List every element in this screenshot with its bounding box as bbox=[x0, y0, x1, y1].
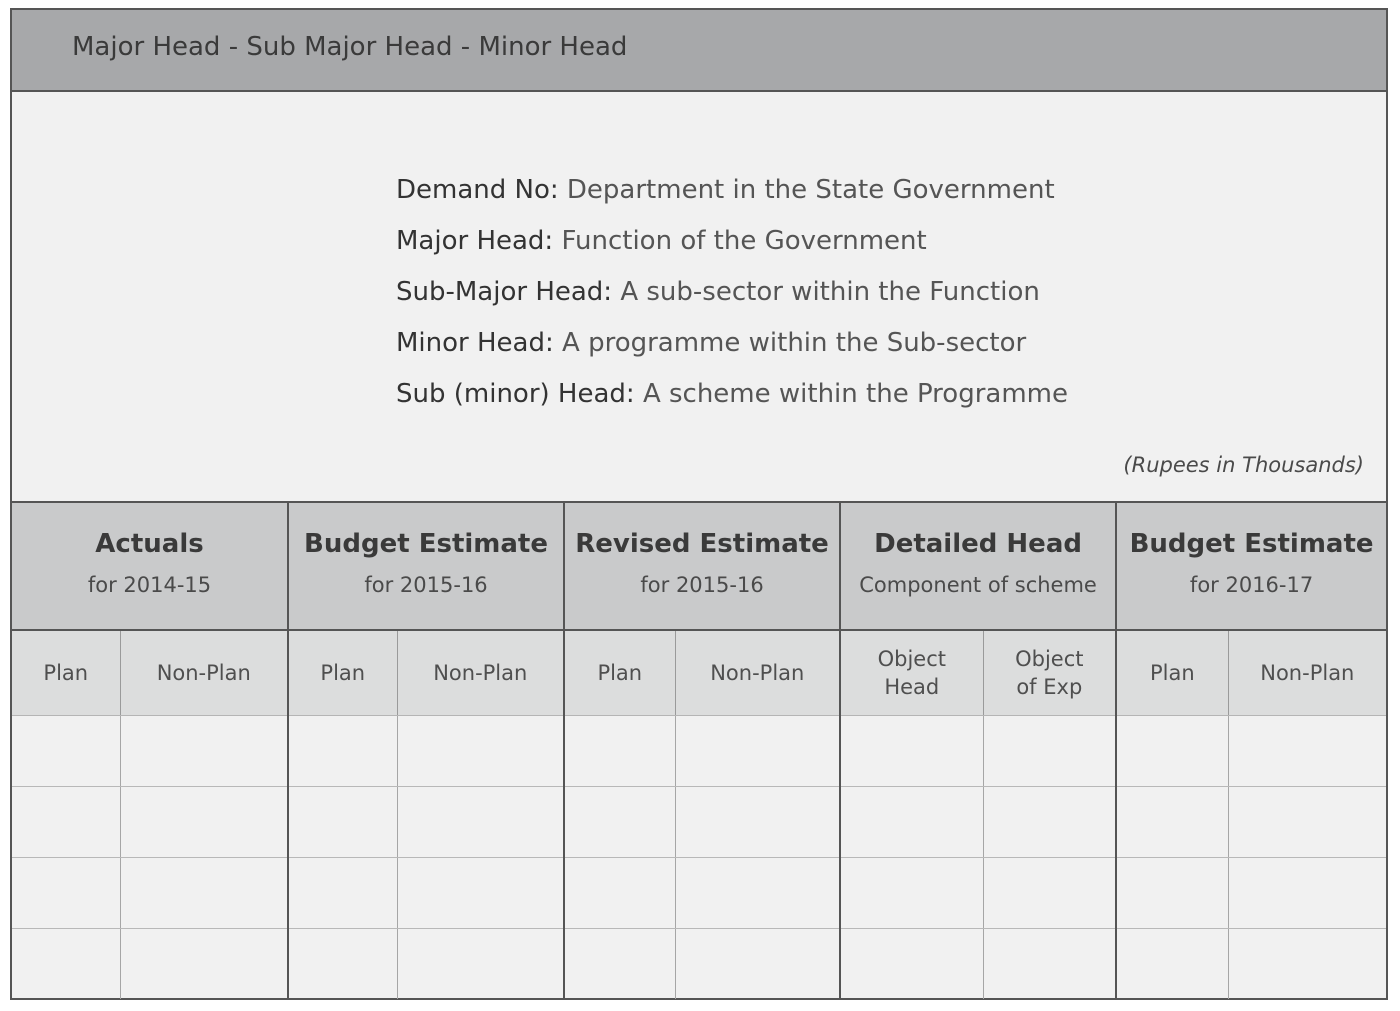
col-header-plan: Plan bbox=[1116, 630, 1229, 716]
table-cell bbox=[288, 928, 398, 999]
group-title: Revised Estimate bbox=[575, 529, 829, 559]
budget-document-frame: Major Head - Sub Major Head - Minor Head… bbox=[10, 8, 1388, 1000]
group-title: Budget Estimate bbox=[1129, 529, 1374, 559]
definition-term: Demand No: bbox=[396, 175, 559, 205]
group-subtitle: Component of scheme bbox=[859, 573, 1097, 597]
table-cell bbox=[675, 857, 842, 929]
table-cell bbox=[1228, 929, 1386, 1000]
group-title: Budget Estimate bbox=[304, 529, 548, 559]
table-cell bbox=[675, 715, 842, 787]
table-cell bbox=[983, 857, 1118, 929]
table-cell bbox=[1228, 857, 1387, 929]
table-cell bbox=[983, 928, 1118, 999]
units-note: (Rupees in Thousands) bbox=[1123, 453, 1364, 477]
table-cell bbox=[675, 928, 842, 999]
table-cell bbox=[564, 928, 676, 999]
table-cell bbox=[12, 786, 121, 858]
table-row bbox=[12, 715, 1387, 787]
table-cell bbox=[564, 715, 676, 787]
table-cell bbox=[1116, 786, 1229, 858]
table-cell bbox=[397, 928, 566, 999]
group-revised-estimate-2015-16: Revised Estimate for 2015-16 bbox=[564, 502, 842, 631]
table-cell bbox=[288, 786, 398, 858]
definition-sub-major-head: Sub-Major Head: A sub-sector within the … bbox=[396, 267, 1068, 318]
group-header-row: Actuals for 2014-15 Budget Estimate for 20… bbox=[12, 502, 1387, 631]
table-cell bbox=[1116, 928, 1229, 999]
col-header-plan: Plan bbox=[12, 630, 121, 716]
definition-term: Minor Head: bbox=[396, 328, 554, 358]
col-header-plan: Plan bbox=[564, 630, 676, 716]
definition-sub-minor-head: Sub (minor) Head: A scheme within the Pr… bbox=[396, 369, 1068, 420]
col-header-object-of-exp: Object of Exp bbox=[983, 630, 1118, 716]
table-cell bbox=[983, 786, 1118, 858]
table-cell bbox=[12, 857, 121, 929]
table-cell bbox=[840, 786, 984, 858]
group-subtitle: for 2014-15 bbox=[87, 573, 212, 597]
table-cell bbox=[397, 857, 566, 929]
col-header-plan: Plan bbox=[288, 630, 398, 716]
col-header-non-plan: Non-Plan bbox=[675, 630, 842, 716]
group-budget-estimate-2016-17: Budget Estimate for 2016-17 bbox=[1116, 502, 1387, 631]
group-title: Actuals bbox=[95, 529, 204, 559]
table-cell bbox=[1116, 715, 1229, 787]
definition-term: Major Head: bbox=[396, 226, 554, 256]
table-cell bbox=[564, 786, 676, 858]
group-detailed-head: Detailed Head Component of scheme bbox=[840, 502, 1118, 631]
table-cell bbox=[1228, 786, 1387, 858]
definition-desc: A programme within the Sub-sector bbox=[562, 328, 1027, 358]
header-title: Major Head - Sub Major Head - Minor Head bbox=[72, 32, 628, 62]
group-subtitle: for 2016-17 bbox=[1189, 573, 1314, 597]
definition-minor-head: Minor Head: A programme within the Sub-s… bbox=[396, 318, 1068, 369]
definition-desc: Department in the State Government bbox=[566, 175, 1055, 205]
table-row bbox=[12, 786, 1387, 858]
definitions-list: Demand No: Department in the State Gover… bbox=[396, 165, 1068, 420]
table-row bbox=[12, 857, 1387, 929]
col-header-non-plan: Non-Plan bbox=[120, 630, 290, 716]
table-body bbox=[12, 715, 1387, 1000]
table-cell bbox=[12, 715, 121, 787]
col-header-object-head: Object Head bbox=[840, 630, 984, 716]
group-actuals-2014-15: Actuals for 2014-15 bbox=[12, 502, 290, 631]
table-cell bbox=[1228, 715, 1387, 787]
definition-major-head: Major Head: Function of the Government bbox=[396, 216, 1068, 267]
table-cell bbox=[12, 928, 121, 999]
table-row bbox=[12, 928, 1386, 1000]
col-header-non-plan: Non-Plan bbox=[1228, 630, 1387, 716]
column-header-row: Plan Non-Plan Plan Non-Plan Plan Non-Pla… bbox=[12, 630, 1387, 716]
col-header-non-plan: Non-Plan bbox=[397, 630, 566, 716]
table-cell bbox=[288, 857, 398, 929]
table-cell bbox=[983, 715, 1118, 787]
definition-desc: Function of the Government bbox=[561, 226, 927, 256]
header-bar: Major Head - Sub Major Head - Minor Head bbox=[12, 10, 1386, 92]
table-cell bbox=[397, 715, 566, 787]
budget-table: Actuals for 2014-15 Budget Estimate for 20… bbox=[12, 501, 1387, 1000]
table-cell bbox=[840, 857, 984, 929]
table-cell bbox=[1116, 857, 1229, 929]
table-cell bbox=[120, 715, 290, 787]
table-cell bbox=[120, 857, 290, 929]
table-cell bbox=[564, 857, 676, 929]
group-subtitle: for 2015-16 bbox=[364, 573, 488, 597]
definition-desc: A sub-sector within the Function bbox=[620, 277, 1040, 307]
definition-demand-no: Demand No: Department in the State Gover… bbox=[396, 165, 1068, 216]
group-subtitle: for 2015-16 bbox=[640, 573, 764, 597]
definition-term: Sub (minor) Head: bbox=[396, 379, 635, 409]
group-budget-estimate-2015-16: Budget Estimate for 2015-16 bbox=[288, 502, 566, 631]
definition-desc: A scheme within the Programme bbox=[642, 379, 1068, 409]
table-cell bbox=[840, 928, 984, 999]
table-cell bbox=[397, 786, 566, 858]
table-cell bbox=[840, 715, 984, 787]
table-cell bbox=[675, 786, 842, 858]
group-title: Detailed Head bbox=[874, 529, 1082, 559]
table-cell bbox=[120, 786, 290, 858]
table-cell bbox=[288, 715, 398, 787]
table-cell bbox=[120, 928, 290, 999]
definition-term: Sub-Major Head: bbox=[396, 277, 613, 307]
